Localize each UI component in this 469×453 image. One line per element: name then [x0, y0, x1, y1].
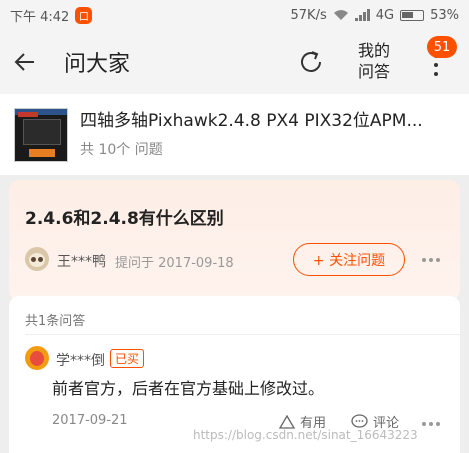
- question-more-icon[interactable]: [422, 258, 440, 262]
- product-name: 四轴多轴Pixhawk2.4.8 PX4 PIX32位APM...: [80, 111, 423, 131]
- answer-author: 学***倒: [56, 353, 105, 369]
- asker-name: 王***鸭: [57, 254, 106, 270]
- wifi-icon: [333, 10, 348, 20]
- back-arrow-icon: [14, 53, 34, 71]
- avatar: [25, 247, 49, 271]
- network-speed: 57K/s: [290, 7, 327, 23]
- answer-date: 2017-09-21: [52, 413, 128, 428]
- question-title: 2.4.6和2.4.8有什么区别: [25, 209, 224, 229]
- comment-icon: [351, 414, 368, 428]
- triangle-icon: [279, 414, 295, 429]
- question-count: 共 10个 问题: [80, 142, 163, 158]
- status-time: 下午 4:42: [10, 9, 70, 25]
- status-bar: 下午 4:42 口 57K/s 4G 53%: [0, 0, 469, 30]
- network-type: 4G: [375, 7, 395, 23]
- refresh-icon[interactable]: [296, 47, 326, 77]
- taobao-app-icon: 口: [75, 6, 93, 24]
- answer-more-icon[interactable]: [422, 422, 440, 426]
- bought-badge: 已买: [110, 349, 145, 368]
- divider: [25, 334, 460, 335]
- battery-icon: [400, 9, 425, 21]
- question-card: 2.4.6和2.4.8有什么区别 王***鸭 提问于 2017-09-18 + …: [9, 180, 460, 300]
- app-header: 问大家 我的 问答 51: [0, 30, 469, 94]
- notification-badge: 51: [427, 36, 457, 58]
- my-questions-label: 我的 问答: [357, 41, 390, 81]
- answer-text: 前者官方，后者在官方基础上修改过。: [52, 379, 325, 398]
- avatar: [25, 346, 49, 370]
- answer-count: 共1条问答: [25, 314, 86, 329]
- product-summary[interactable]: 四轴多轴Pixhawk2.4.8 PX4 PIX32位APM... 共 10个 …: [0, 94, 469, 175]
- page-title: 问大家: [64, 52, 131, 77]
- watermark: https://blog.csdn.net/sinat_16643223: [193, 428, 418, 442]
- asked-date: 提问于 2017-09-18: [115, 256, 234, 271]
- signal-icon: [354, 9, 370, 21]
- battery-percent: 53%: [430, 7, 459, 23]
- follow-question-button[interactable]: + 关注问题: [293, 243, 405, 276]
- back-button[interactable]: [0, 30, 50, 94]
- product-thumbnail: [14, 108, 68, 162]
- status-right: 57K/s 4G 53%: [291, 8, 460, 23]
- my-questions-button[interactable]: 我的 问答: [352, 40, 396, 82]
